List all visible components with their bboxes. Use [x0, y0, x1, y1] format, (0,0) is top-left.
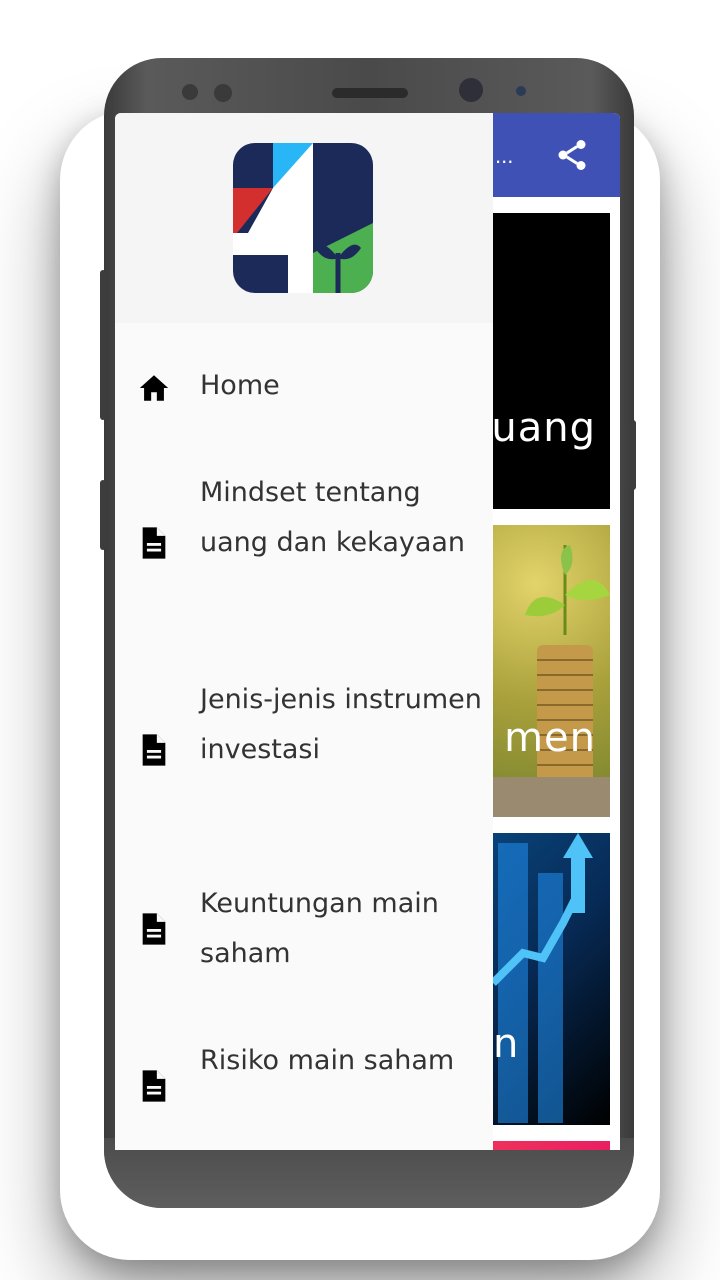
menu-item-label: Risiko main saham	[200, 1045, 455, 1076]
phone-speaker	[332, 88, 408, 98]
card-title: men	[504, 715, 596, 761]
app-logo	[233, 143, 373, 293]
card-title: uang	[491, 405, 596, 451]
volume-button	[100, 270, 106, 420]
growth-chart-image	[493, 833, 593, 1123]
share-icon[interactable]	[554, 137, 590, 173]
menu-item-label: Keuntungan main saham	[200, 888, 439, 969]
menu-item-jenis-instrumen[interactable]: Jenis-jenis instrumen investasi	[115, 675, 493, 825]
phone-sensor	[516, 86, 526, 96]
drawer-header	[115, 113, 493, 323]
menu-item-label: Jenis-jenis instrumen investasi	[200, 684, 482, 765]
phone-camera	[459, 78, 483, 102]
phone-screen: ... uang men n Home Mindset tentang uang…	[115, 113, 620, 1150]
document-icon	[142, 734, 166, 766]
document-icon	[142, 913, 166, 945]
menu-item-keuntungan-saham[interactable]: Keuntungan main saham	[115, 879, 493, 979]
document-icon	[142, 527, 166, 559]
document-icon	[142, 1070, 166, 1102]
app-title: ...	[495, 143, 514, 168]
menu-item-home[interactable]: Home	[115, 361, 493, 417]
power-button	[100, 480, 106, 550]
menu-item-label: Mindset tentang uang dan kekayaan	[200, 477, 466, 558]
navigation-drawer: Home Mindset tentang uang dan kekayaan J…	[115, 113, 493, 1150]
menu-item-risiko-saham[interactable]: Risiko main saham	[115, 1036, 493, 1136]
side-button	[630, 420, 636, 490]
phone-sensor	[182, 84, 198, 100]
home-icon	[139, 375, 169, 401]
phone-sensor	[214, 84, 232, 102]
card-title: n	[493, 1021, 520, 1067]
menu-item-mindset[interactable]: Mindset tentang uang dan kekayaan	[115, 468, 493, 618]
coin-plant-image	[525, 545, 610, 795]
menu-item-label: Home	[200, 370, 280, 401]
